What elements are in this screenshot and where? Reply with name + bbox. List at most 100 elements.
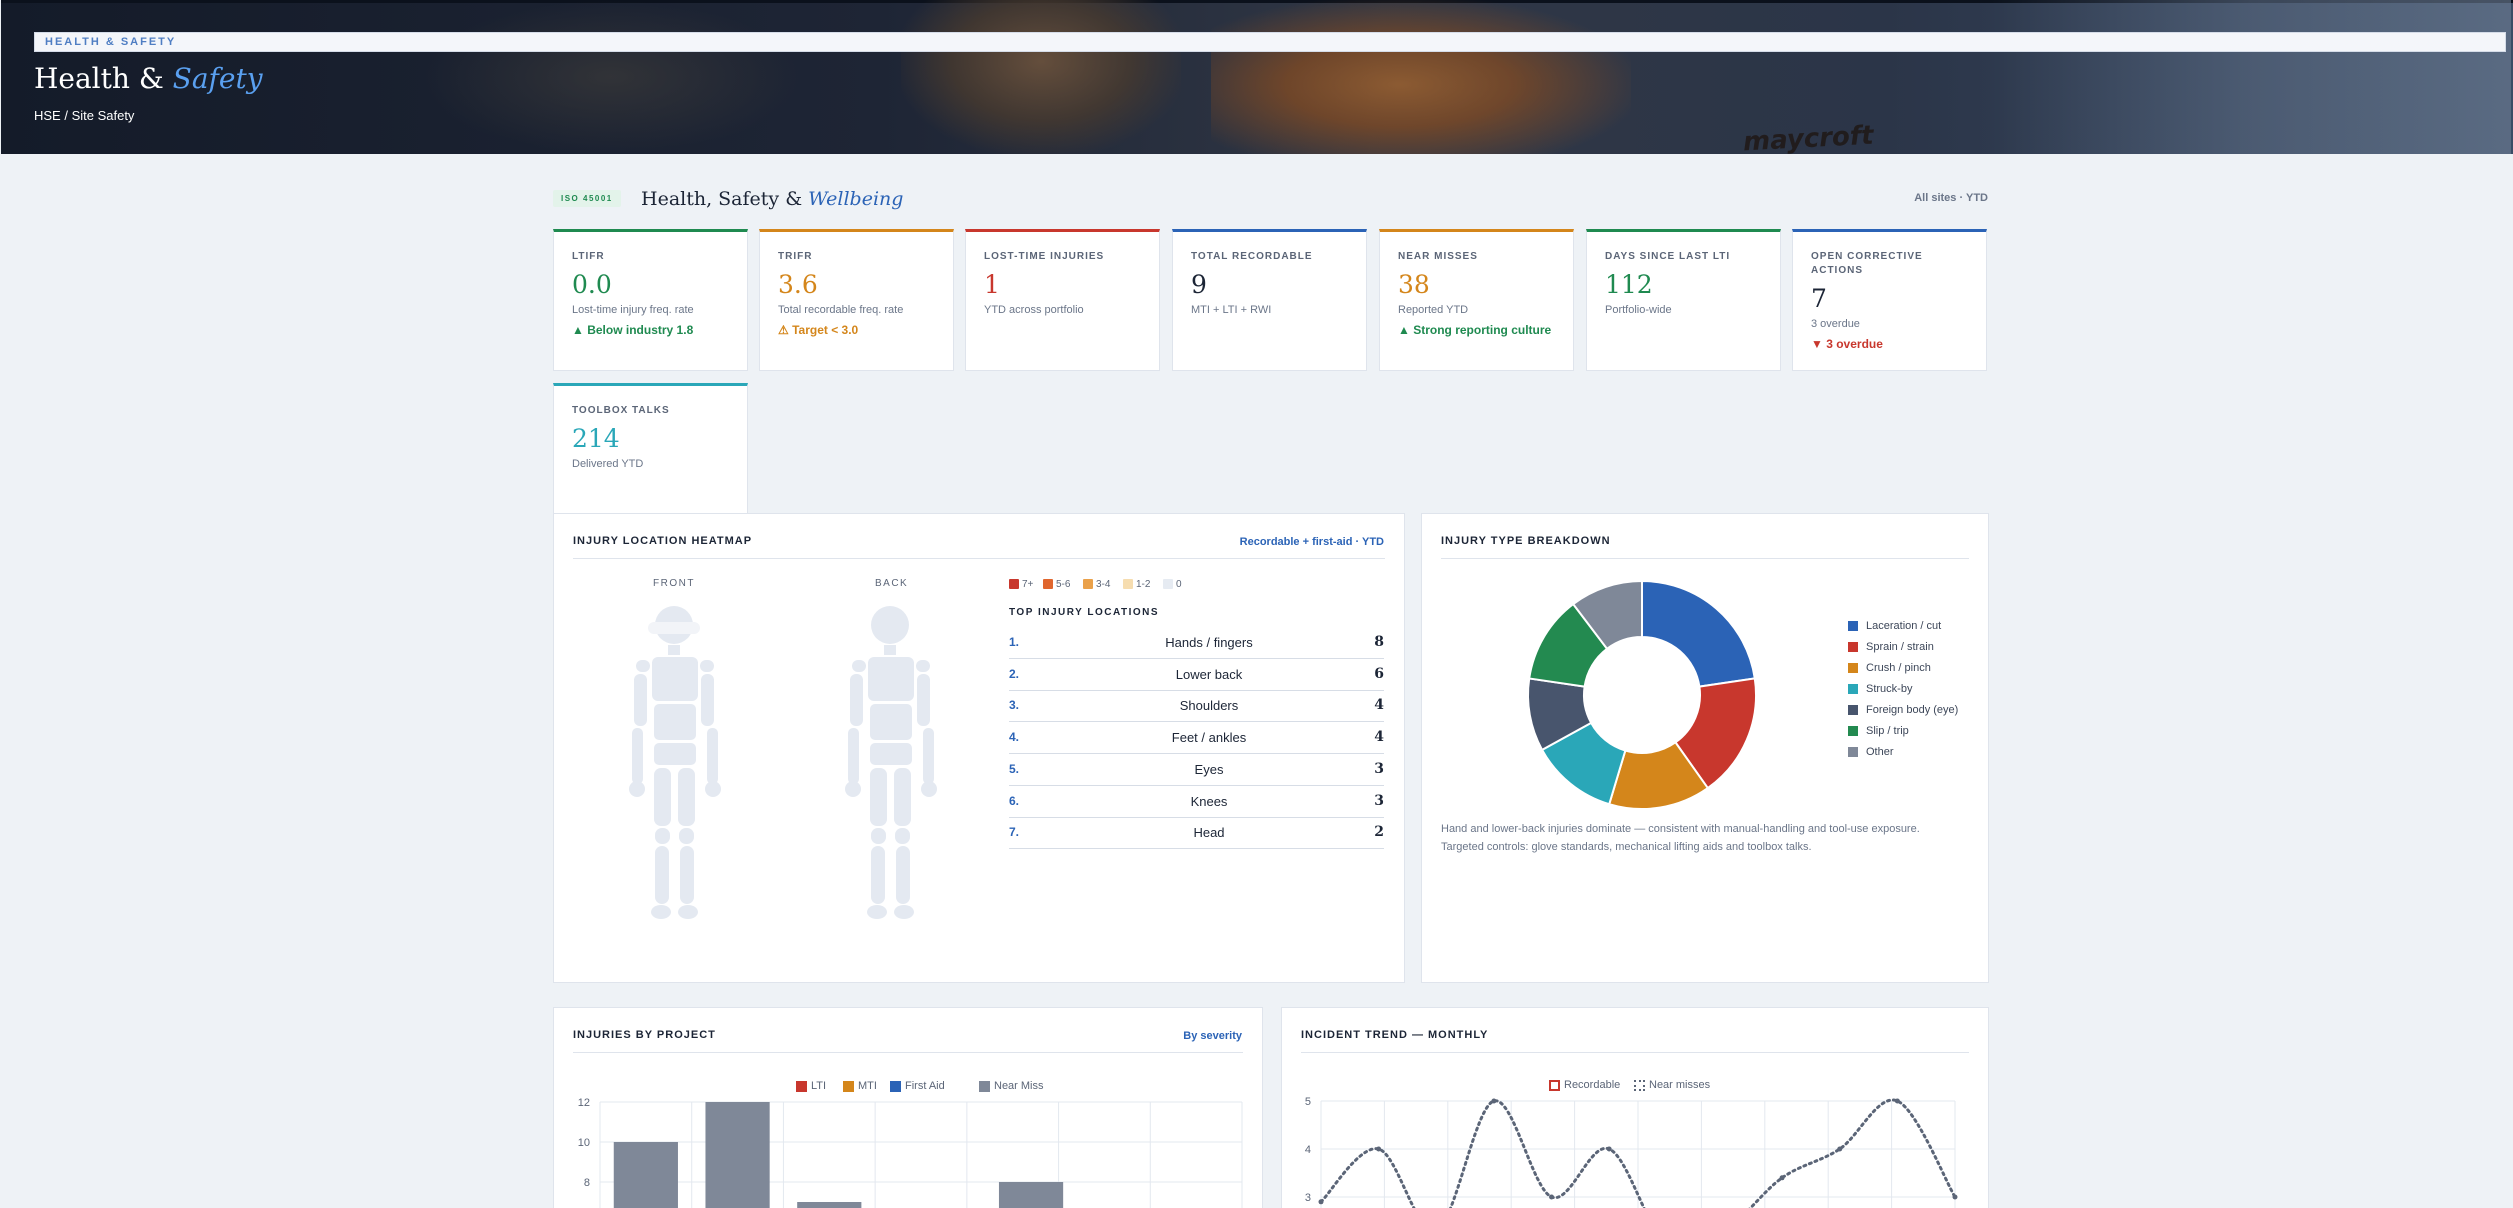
trend-point[interactable] <box>1837 1146 1843 1152</box>
scope-filter[interactable]: All sites · YTD <box>1900 192 1988 204</box>
kpi-trend: ▲ Below industry 1.8 <box>572 323 694 337</box>
trend-ytick: 5 <box>1305 1096 1311 1108</box>
kpi-card[interactable]: TOOLBOX TALKS 214 Delivered YTD <box>553 383 748 525</box>
location-name: Lower back <box>1175 666 1243 682</box>
kpi-card[interactable]: LTIFR 0.0 Lost-time injury freq. rate ▲ Bel… <box>553 229 748 371</box>
front-left-hand[interactable] <box>629 781 645 797</box>
donut-slice[interactable] <box>1641 579 1756 688</box>
location-rank: 6. <box>1009 793 1020 808</box>
location-row[interactable]: 2. Lower back 6 <box>1009 659 1384 691</box>
kpi-value: 0.0 <box>572 270 612 299</box>
heat-scale-label: 1-2 <box>1136 578 1151 590</box>
donut-legend-swatch <box>1848 621 1858 631</box>
projects-severity-link[interactable]: By severity <box>1183 1030 1242 1042</box>
trend-point[interactable] <box>1318 1199 1324 1205</box>
kpi-description: YTD across portfolio <box>984 304 1084 316</box>
kpi-value: 1 <box>984 270 1000 299</box>
kpi-card[interactable]: DAYS SINCE LAST LTI 112 Portfolio-wide <box>1586 229 1781 371</box>
bar-near-miss[interactable] <box>998 1182 1064 1208</box>
trend-legend-swatch <box>1634 1079 1645 1091</box>
hero-banner: maycroft HEALTH & SAFETY Health & Safety… <box>1 0 2513 154</box>
trend-point[interactable] <box>1549 1194 1555 1200</box>
projects-bar-chart: 8 10 12 <box>578 1097 1243 1208</box>
kpi-label: TRIFR <box>778 251 813 262</box>
breadcrumb[interactable]: HSE / Site Safety <box>34 108 134 123</box>
location-count: 6 <box>1374 665 1384 682</box>
bar-near-miss[interactable] <box>705 1102 770 1208</box>
kpi-value: 9 <box>1191 270 1207 299</box>
location-rank: 5. <box>1009 761 1020 776</box>
location-name: Eyes <box>1194 761 1224 777</box>
front-right-hand[interactable] <box>705 781 721 797</box>
trend-point[interactable] <box>1952 1194 1958 1200</box>
front-hips[interactable] <box>654 743 696 765</box>
location-row[interactable]: 1. Hands / fingers 8 <box>1009 627 1384 659</box>
bar-near-miss[interactable] <box>797 1202 862 1208</box>
kpi-description: Portfolio-wide <box>1605 304 1672 316</box>
injury-type-note: Hand and lower-back injuries dominate — … <box>1441 823 1920 853</box>
front-left-knee[interactable] <box>655 828 670 844</box>
kpi-description: Reported YTD <box>1398 304 1469 316</box>
kpi-trend: ▼ 3 overdue <box>1811 337 1883 351</box>
kpi-card[interactable]: OPEN CORRECTIVE ACTIONS 7 3 overdue ▼ 3 ove… <box>1792 229 1987 371</box>
hero-photo-brand: maycroft <box>1742 120 1875 154</box>
front-left-foot[interactable] <box>651 905 671 919</box>
front-right-shoulder[interactable] <box>700 660 714 672</box>
hero-photo-vest <box>1211 0 1631 154</box>
location-row[interactable]: 5. Eyes 3 <box>1009 754 1384 786</box>
front-label: FRONT <box>653 578 695 589</box>
donut-legend-label: Sprain / strain <box>1866 641 1934 653</box>
bar-near-miss[interactable] <box>613 1142 678 1208</box>
donut-legend-item[interactable]: Crush / pinch <box>1848 662 1931 674</box>
heat-scale-label: 0 <box>1176 578 1182 590</box>
heat-scale-swatch <box>1043 579 1053 589</box>
location-row[interactable]: 4. Feet / ankles 4 <box>1009 722 1384 755</box>
heat-scale-label: 7+ <box>1022 578 1034 590</box>
donut-legend-swatch <box>1848 705 1858 715</box>
kpi-card[interactable]: TOTAL RECORDABLE 9 MTI + LTI + RWI <box>1172 229 1367 371</box>
trend-point[interactable] <box>1376 1146 1382 1152</box>
donut-legend-item[interactable]: Laceration / cut <box>1848 620 1941 632</box>
donut-legend-item[interactable]: Sprain / strain <box>1848 641 1934 653</box>
heatmap-divider <box>573 558 1385 559</box>
injury-type-divider <box>1441 558 1969 559</box>
trend-line-chart: 3 4 5 <box>1305 1096 1958 1208</box>
front-abdomen[interactable] <box>654 704 696 740</box>
back-lower[interactable] <box>870 704 912 740</box>
donut-legend-item[interactable]: Other <box>1848 746 1894 758</box>
heat-scale-item: 0 <box>1163 578 1182 590</box>
donut-legend-item[interactable]: Slip / trip <box>1848 725 1909 737</box>
trend-point[interactable] <box>1894 1098 1900 1104</box>
trend-point[interactable] <box>1779 1175 1785 1181</box>
front-right-foot[interactable] <box>678 905 698 919</box>
back-upper[interactable] <box>868 657 914 701</box>
trend-point[interactable] <box>1606 1146 1612 1152</box>
kpi-card[interactable]: TRIFR 3.6 Total recordable freq. rate ⚠ Tar… <box>759 229 954 371</box>
location-row[interactable]: 6. Knees 3 <box>1009 786 1384 818</box>
back-head[interactable] <box>871 606 909 644</box>
top-locations-title: TOP INJURY LOCATIONS <box>1009 607 1160 618</box>
front-chest[interactable] <box>652 657 698 701</box>
front-left-shoulder[interactable] <box>636 660 650 672</box>
location-row[interactable]: 3. Shoulders 4 <box>1009 690 1384 723</box>
donut-legend-item[interactable]: Foreign body (eye) <box>1848 704 1958 716</box>
location-name: Head <box>1193 825 1225 841</box>
iso-badge: ISO 45001 <box>553 190 621 207</box>
kpi-label: OPEN CORRECTIVE ACTIONS <box>1811 251 1923 276</box>
kpi-card[interactable]: LOST-TIME INJURIES 1 YTD across portfolio <box>965 229 1160 371</box>
front-right-knee[interactable] <box>679 828 694 844</box>
heat-scale-swatch <box>1123 579 1133 589</box>
heatmap-filter-link[interactable]: Recordable + first-aid · YTD <box>1240 536 1384 548</box>
location-name: Shoulders <box>1179 698 1239 714</box>
kpi-value: 214 <box>572 424 620 453</box>
bar-ytick: 10 <box>578 1137 590 1149</box>
donut-legend-item[interactable]: Struck-by <box>1848 683 1912 695</box>
donut-legend-swatch <box>1848 726 1858 736</box>
hero-photo-window <box>1991 0 2511 154</box>
kpi-card[interactable]: NEAR MISSES 38 Reported YTD ▲ Strong report… <box>1379 229 1574 371</box>
page-title: Health & Safety <box>34 62 263 95</box>
trend-point[interactable] <box>1491 1098 1497 1104</box>
location-count: 4 <box>1374 697 1384 714</box>
location-row[interactable]: 7. Head 2 <box>1009 817 1384 850</box>
heat-scale-swatch <box>1083 579 1093 589</box>
